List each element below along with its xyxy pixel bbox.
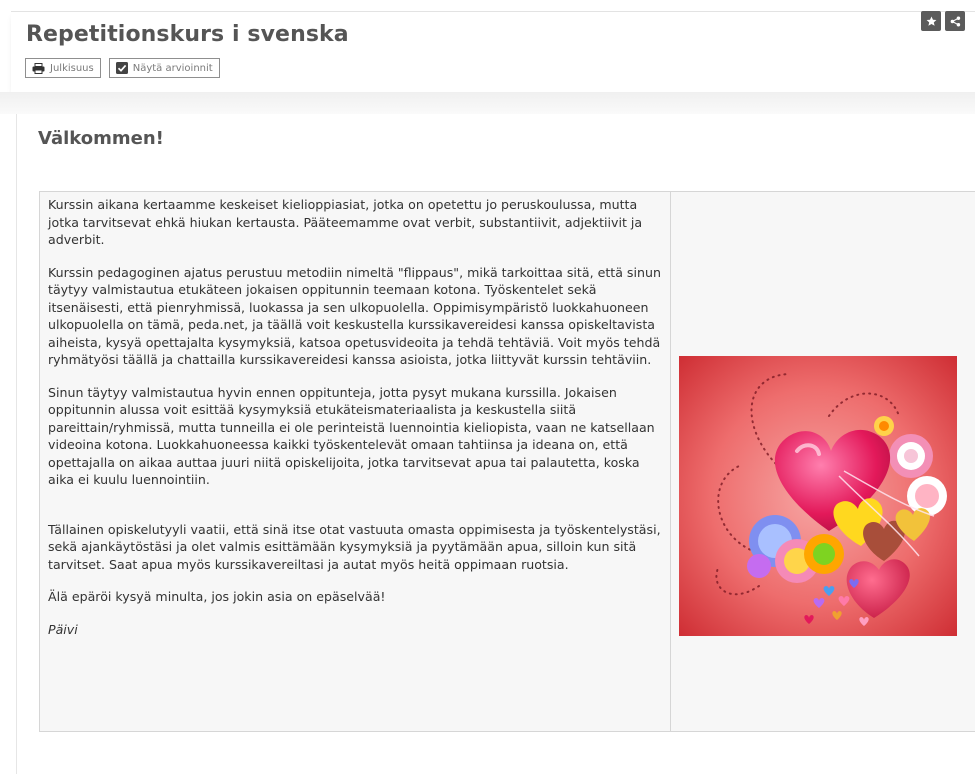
header-shadow-band	[0, 92, 975, 114]
page-title: Repetitionskurs i svenska	[26, 22, 349, 47]
paragraph-4: Tällainen opiskelutyyli vaatii, että sin…	[48, 521, 661, 572]
signature: Päivi	[48, 621, 78, 637]
content-table: Kurssin aikana kertaamme keskeiset kieli…	[38, 191, 975, 732]
printer-icon	[32, 62, 45, 74]
share-button[interactable]	[945, 11, 965, 31]
page-header: Repetitionskurs i svenska Julkisuus Näyt…	[11, 11, 975, 92]
text-cell: Kurssin aikana kertaamme keskeiset kieli…	[38, 191, 672, 732]
publish-button[interactable]: Julkisuus	[25, 58, 101, 78]
checkbox-checked-icon	[115, 62, 128, 74]
top-icon-bar	[921, 11, 965, 31]
header-actions: Julkisuus Näytä arvioinnit	[25, 58, 220, 78]
text-content: Kurssin aikana kertaamme keskeiset kieli…	[40, 192, 670, 638]
paragraph-2: Kurssin pedagoginen ajatus perustuu meto…	[48, 264, 661, 368]
show-grades-button[interactable]: Näytä arvioinnit	[108, 58, 220, 78]
share-icon	[950, 12, 961, 31]
image-cell	[670, 191, 975, 732]
paragraph-3: Sinun täytyy valmistautua hyvin ennen op…	[48, 384, 655, 488]
paragraph-5: Älä epäröi kysyä minulta, jos jokin asia…	[48, 589, 386, 604]
hearts-image	[679, 356, 958, 636]
star-icon	[926, 12, 937, 31]
content-card: Välkommen! Kurssin aikana kertaamme kesk…	[16, 114, 975, 774]
publish-button-label: Julkisuus	[50, 62, 94, 74]
show-grades-button-label: Näytä arvioinnit	[132, 62, 213, 74]
favorite-button[interactable]	[921, 11, 941, 31]
paragraph-1: Kurssin aikana kertaamme keskeiset kieli…	[48, 197, 643, 247]
section-title: Välkommen!	[38, 128, 164, 149]
